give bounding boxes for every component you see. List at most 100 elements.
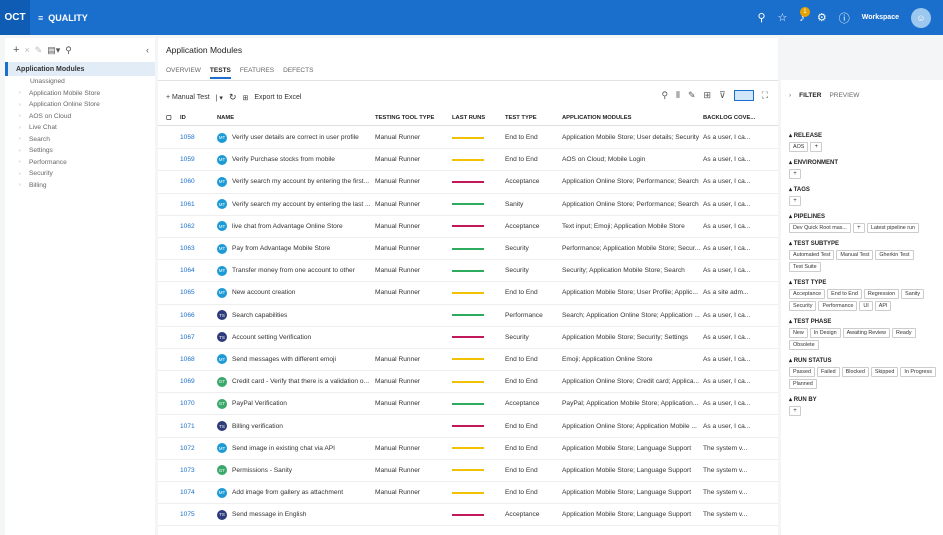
- test-name-link[interactable]: Credit card - Verify that there is a val…: [232, 378, 369, 385]
- test-id-link[interactable]: 1069: [176, 378, 217, 385]
- table-row[interactable]: 1068 MT Send messages with different emoji…: [158, 349, 778, 372]
- last-runs-bar[interactable]: [452, 447, 484, 450]
- test-id-link[interactable]: 1071: [176, 423, 217, 430]
- filter-chip[interactable]: Passed: [789, 367, 815, 377]
- table-row[interactable]: 1065 MT New account creation Manual Runner E…: [158, 282, 778, 305]
- manual-test-button[interactable]: + Manual Test: [166, 94, 210, 101]
- filter-chip[interactable]: In Progress: [900, 367, 936, 377]
- filter-chip[interactable]: Planned: [789, 379, 817, 389]
- search-icon[interactable]: ⚲: [757, 11, 765, 24]
- filter-chip[interactable]: Dev Quick Root mas...: [789, 223, 851, 233]
- last-runs-bar[interactable]: [452, 425, 484, 428]
- table-row[interactable]: 1063 MT Pay from Advantage Mobile Store Man…: [158, 238, 778, 261]
- add-filter-button[interactable]: +: [789, 169, 801, 179]
- test-name-link[interactable]: Billing verification: [232, 423, 283, 430]
- filter-chip[interactable]: Security: [789, 301, 817, 311]
- filter-group-title[interactable]: ▴ TAGS: [789, 186, 939, 193]
- table-row[interactable]: 1069 GT Credit card - Verify that there is…: [158, 371, 778, 394]
- filter-chip[interactable]: Blocked: [841, 367, 869, 377]
- tree-item[interactable]: › Settings: [5, 145, 155, 157]
- table-row[interactable]: 1060 MT Verify search my account by enteri…: [158, 171, 778, 194]
- test-id-link[interactable]: 1075: [176, 511, 217, 518]
- user-avatar[interactable]: ☺: [911, 7, 931, 28]
- test-name-link[interactable]: live chat from Advantage Online Store: [232, 223, 343, 230]
- filter-chip[interactable]: API: [874, 301, 892, 311]
- filter-chip[interactable]: New: [789, 328, 808, 338]
- tab-preview[interactable]: PREVIEW: [829, 92, 859, 99]
- delete-icon[interactable]: ×: [24, 45, 29, 55]
- tree-item[interactable]: › Application Mobile Store: [5, 88, 155, 100]
- refresh-icon[interactable]: ↻: [229, 92, 237, 103]
- expand-arrow-icon[interactable]: ›: [19, 113, 29, 119]
- col-name[interactable]: NAME: [217, 115, 375, 121]
- add-filter-button[interactable]: +: [789, 196, 801, 206]
- last-runs-bar[interactable]: [452, 291, 484, 294]
- tree-root-application-modules[interactable]: Application Modules: [5, 62, 155, 76]
- tab-overview[interactable]: OVERVIEW: [166, 67, 201, 79]
- filter-chip[interactable]: In Design: [809, 328, 841, 338]
- filter-chip[interactable]: Automated Test: [789, 250, 835, 260]
- table-row[interactable]: 1058 MT Verify user details are correct in…: [158, 127, 778, 150]
- filter-chip[interactable]: Skipped: [870, 367, 899, 377]
- notifications-icon[interactable]: ♪ 1: [799, 6, 810, 24]
- filter-group-title[interactable]: ▴ RUN BY: [789, 396, 939, 403]
- test-name-link[interactable]: Send image in existing chat via API: [232, 445, 335, 452]
- test-id-link[interactable]: 1074: [176, 489, 217, 496]
- expand-icon[interactable]: ⛶: [762, 90, 768, 101]
- add-filter-button[interactable]: +: [789, 406, 801, 416]
- test-name-link[interactable]: Search capabilities: [232, 312, 287, 319]
- filter-chip[interactable]: Sanity: [901, 289, 925, 299]
- filter-chip[interactable]: Latest pipeline run: [866, 223, 919, 233]
- hamburger-icon[interactable]: ≡: [38, 13, 43, 23]
- table-row[interactable]: 1070 GT PayPal Verification Manual Runner Ac…: [158, 393, 778, 416]
- edit-icon[interactable]: ✎: [35, 45, 43, 56]
- test-id-link[interactable]: 1058: [176, 134, 217, 141]
- last-runs-bar[interactable]: [452, 513, 484, 516]
- expand-arrow-icon[interactable]: ›: [19, 102, 29, 108]
- tab-filter[interactable]: FILTER: [799, 92, 821, 99]
- table-row[interactable]: 1061 MT Verify search my account by enteri…: [158, 194, 778, 216]
- filter-chip[interactable]: AOS: [789, 142, 809, 152]
- filter-chip[interactable]: Failed: [816, 367, 840, 377]
- add-filter-button[interactable]: +: [852, 223, 865, 233]
- expand-arrow-icon[interactable]: ›: [19, 148, 29, 154]
- table-row[interactable]: 1072 MT Send image in existing chat via AP…: [158, 438, 778, 460]
- settings-icon[interactable]: ⚙: [817, 11, 827, 24]
- last-runs-bar[interactable]: [452, 247, 484, 250]
- col-testing-tool-type[interactable]: TESTING TOOL TYPE: [375, 115, 452, 121]
- filter-group-title[interactable]: ▴ RUN STATUS: [789, 357, 939, 364]
- test-id-link[interactable]: 1068: [176, 356, 217, 363]
- expand-arrow-icon[interactable]: ›: [19, 125, 29, 131]
- test-name-link[interactable]: Verify user details are correct in user …: [232, 134, 359, 141]
- test-id-link[interactable]: 1066: [176, 312, 217, 319]
- tree-item[interactable]: › Performance: [5, 157, 155, 169]
- help-icon[interactable]: ⓘ: [839, 10, 850, 26]
- last-runs-bar[interactable]: [452, 469, 484, 472]
- test-id-link[interactable]: 1065: [176, 289, 217, 296]
- test-name-link[interactable]: Send messages with different emoji: [232, 356, 336, 363]
- filter-group-title[interactable]: ▴ TEST SUBTYPE: [789, 240, 939, 247]
- table-row[interactable]: 1066 TS Search capabilities Performance Sear…: [158, 305, 778, 327]
- last-runs-bar[interactable]: [452, 269, 484, 272]
- test-name-link[interactable]: Pay from Advantage Mobile Store: [232, 245, 330, 252]
- export-excel-button[interactable]: Export to Excel: [254, 94, 301, 101]
- test-name-link[interactable]: Verify Purchase stocks from mobile: [232, 156, 335, 163]
- columns-icon[interactable]: ⦀: [676, 90, 680, 101]
- test-id-link[interactable]: 1064: [176, 267, 217, 274]
- test-name-link[interactable]: PayPal Verification: [232, 400, 287, 407]
- last-runs-bar[interactable]: [452, 491, 484, 494]
- collapse-filter-icon[interactable]: ›: [789, 92, 791, 99]
- tree-item[interactable]: › Billing: [5, 180, 155, 192]
- grid-view-toggle[interactable]: [733, 90, 754, 101]
- test-id-link[interactable]: 1067: [176, 334, 217, 341]
- test-id-link[interactable]: 1073: [176, 467, 217, 474]
- test-id-link[interactable]: 1060: [176, 178, 217, 185]
- col-id[interactable]: ID: [176, 115, 217, 121]
- test-name-link[interactable]: Transfer money from one account to other: [232, 267, 355, 274]
- col-application-modules[interactable]: APPLICATION MODULES: [562, 115, 703, 121]
- test-name-link[interactable]: Verify search my account by entering the…: [232, 178, 369, 185]
- test-id-link[interactable]: 1061: [176, 201, 217, 208]
- last-runs-bar[interactable]: [452, 336, 484, 339]
- filter-group-title[interactable]: ▴ TEST TYPE: [789, 279, 939, 286]
- expand-arrow-icon[interactable]: ›: [19, 136, 29, 142]
